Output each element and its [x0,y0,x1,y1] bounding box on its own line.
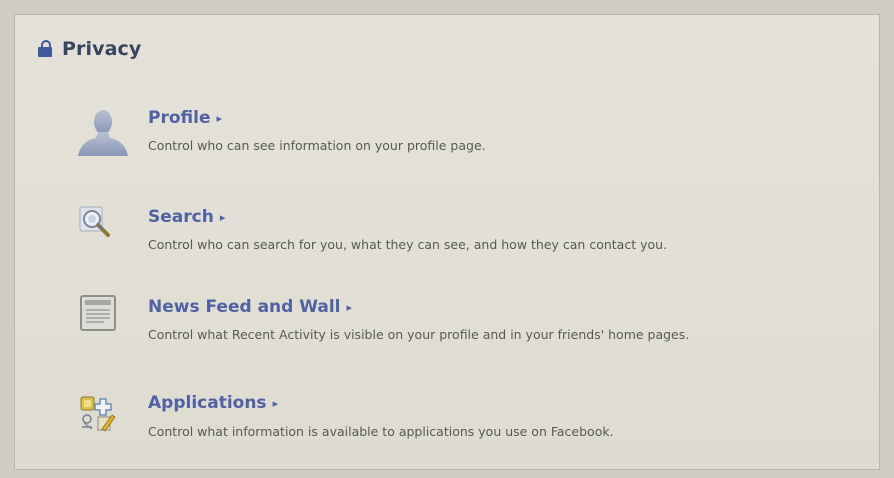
news-feed-icon [80,295,118,337]
news-feed-link[interactable]: News Feed and Wall ▸ [148,297,352,317]
applications-link-label[interactable]: Applications [148,393,267,413]
privacy-header: Privacy [38,38,141,60]
search-description: Control who can search for you, what the… [148,237,668,252]
section-title: Privacy [62,38,142,60]
applications-link[interactable]: Applications ▸ [148,393,278,413]
applications-icon [80,395,128,437]
applications-description: Control what information is available to… [148,424,614,439]
profile-silhouette-icon [76,108,130,162]
search-arrow-icon: ▸ [219,210,226,224]
news-feed-link-label[interactable]: News Feed and Wall [148,297,341,317]
search-link[interactable]: Search ▸ [148,207,225,227]
lock-icon [38,40,52,58]
profile-description: Control who can see information on your … [148,138,486,153]
search-link-label[interactable]: Search [148,207,214,227]
magnifier-icon [78,205,122,245]
profile-arrow-icon: ▸ [216,111,223,125]
news-feed-description: Control what Recent Activity is visible … [148,327,690,342]
profile-link-label[interactable]: Profile [148,108,210,128]
news-feed-arrow-icon: ▸ [346,300,353,314]
profile-link[interactable]: Profile ▸ [148,108,222,128]
applications-arrow-icon: ▸ [272,396,279,410]
